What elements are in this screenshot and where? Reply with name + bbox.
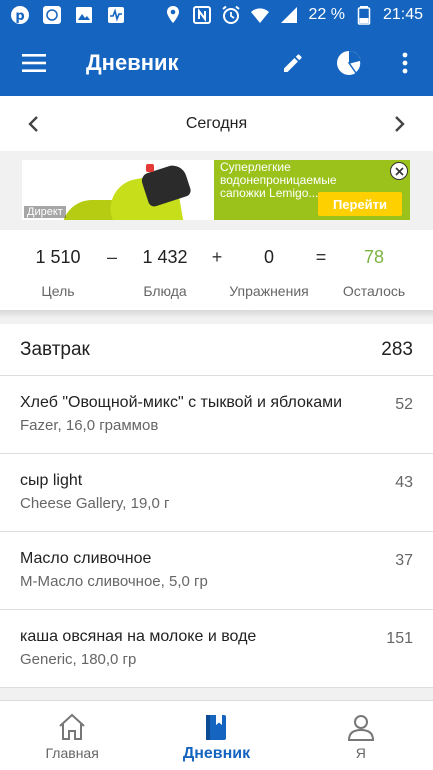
goal-label: Цель [41, 283, 75, 299]
food-entry[interactable]: сыр light Cheese Gallery, 19,0 г 43 [0, 454, 433, 532]
edit-button[interactable] [265, 35, 321, 91]
plus-operator: + [211, 247, 223, 267]
date-navigator: Сегодня [0, 96, 433, 151]
remaining-label: Осталось [342, 283, 406, 299]
profile-icon [345, 711, 377, 743]
minus-operator: – [106, 247, 117, 267]
meal-calories: 283 [381, 338, 413, 360]
app-badge-icon [42, 5, 62, 25]
exercise-value: 0 [263, 247, 274, 267]
nav-profile[interactable]: Я [289, 701, 433, 770]
more-icon [402, 52, 408, 74]
app-bar: Дневник [0, 30, 433, 96]
food-name: сыр light [20, 472, 83, 489]
pinterest-icon: p [10, 5, 30, 25]
diary-icon [200, 711, 232, 743]
exercise-label: Упражнения [229, 283, 309, 299]
nav-diary-label: Дневник [182, 745, 251, 762]
food-entry[interactable]: каша овсяная на молоке и воде Generic, 1… [0, 610, 433, 688]
status-time: 21:45 [382, 6, 423, 23]
food-name: каша овсяная на молоке и воде [20, 628, 257, 645]
remaining-value: 78 [363, 247, 385, 267]
nfc-icon [192, 5, 212, 25]
ad-image: Директ [22, 160, 214, 220]
ad-content: Суперлегкие водонепроницаемые сапожки Le… [214, 160, 410, 220]
location-icon [163, 5, 183, 25]
more-options-button[interactable] [377, 35, 433, 91]
alarm-icon [221, 5, 241, 25]
equals-operator: = [315, 247, 327, 267]
chevron-right-icon [395, 115, 405, 132]
food-calories: 151 [386, 630, 413, 647]
next-day-button[interactable] [375, 96, 425, 151]
food-value: 1 432 [142, 247, 188, 267]
chevron-left-icon [28, 115, 38, 132]
food-name: Хлеб "Овощной-микс" с тыквой и яблоками [20, 394, 343, 411]
nav-diary[interactable]: Дневник [144, 701, 288, 770]
nav-profile-label: Я [355, 745, 366, 761]
ad-banner[interactable]: Директ Суперлегкие водонепроницаемые сап… [22, 160, 410, 220]
food-label: Блюда [143, 283, 187, 299]
nav-home[interactable]: Главная [0, 701, 144, 770]
calorie-summary[interactable]: 1 510 – 1 432 + 0 = 78 Цель Блюда Упражн… [0, 230, 433, 310]
page-title: Дневник [86, 50, 179, 75]
meal-title: Завтрак [20, 338, 90, 360]
meal-header[interactable]: Завтрак 283 [0, 324, 433, 376]
food-detail: Cheese Gallery, 19,0 г [20, 495, 170, 512]
bottom-navigation: Главная Дневник Я [0, 700, 433, 770]
food-detail: Fazer, 16,0 граммов [20, 417, 159, 434]
food-calories: 52 [395, 396, 413, 413]
battery-percent: 22 % [308, 6, 345, 23]
divider [0, 310, 433, 318]
previous-day-button[interactable] [8, 96, 58, 151]
menu-icon [22, 54, 46, 72]
menu-button[interactable] [0, 30, 68, 96]
current-date-label[interactable]: Сегодня [186, 115, 247, 133]
food-entry[interactable]: Масло сливочное М-Масло сливочное, 5,0 г… [0, 532, 433, 610]
food-name: Масло сливочное [20, 550, 152, 567]
wifi-icon [250, 5, 270, 25]
battery-icon [354, 5, 374, 25]
food-calories: 37 [395, 552, 413, 569]
status-bar: p 22 % 21:45 [0, 0, 433, 30]
food-calories: 43 [395, 474, 413, 491]
svg-text:p: p [15, 9, 24, 24]
food-entry[interactable]: Хлеб "Овощной-микс" с тыквой и яблоками … [0, 376, 433, 454]
home-icon [56, 711, 88, 743]
nav-home-label: Главная [45, 745, 99, 761]
food-detail: Generic, 180,0 гр [20, 651, 137, 668]
ad-cta-button[interactable]: Перейти [318, 192, 402, 216]
ad-close-button[interactable] [390, 162, 408, 180]
close-icon [394, 166, 404, 176]
edit-icon [284, 54, 302, 72]
goal-value: 1 510 [35, 247, 81, 267]
nutrition-chart-button[interactable] [321, 35, 377, 91]
signal-icon [279, 5, 299, 25]
meal-section-breakfast: Завтрак 283 Хлеб "Овощной-микс" с тыквой… [0, 324, 433, 688]
activity-icon [106, 5, 126, 25]
image-icon [74, 5, 94, 25]
food-detail: М-Масло сливочное, 5,0 гр [20, 573, 208, 590]
pie-chart-icon [337, 51, 362, 75]
ad-source-label: Директ [24, 206, 66, 218]
